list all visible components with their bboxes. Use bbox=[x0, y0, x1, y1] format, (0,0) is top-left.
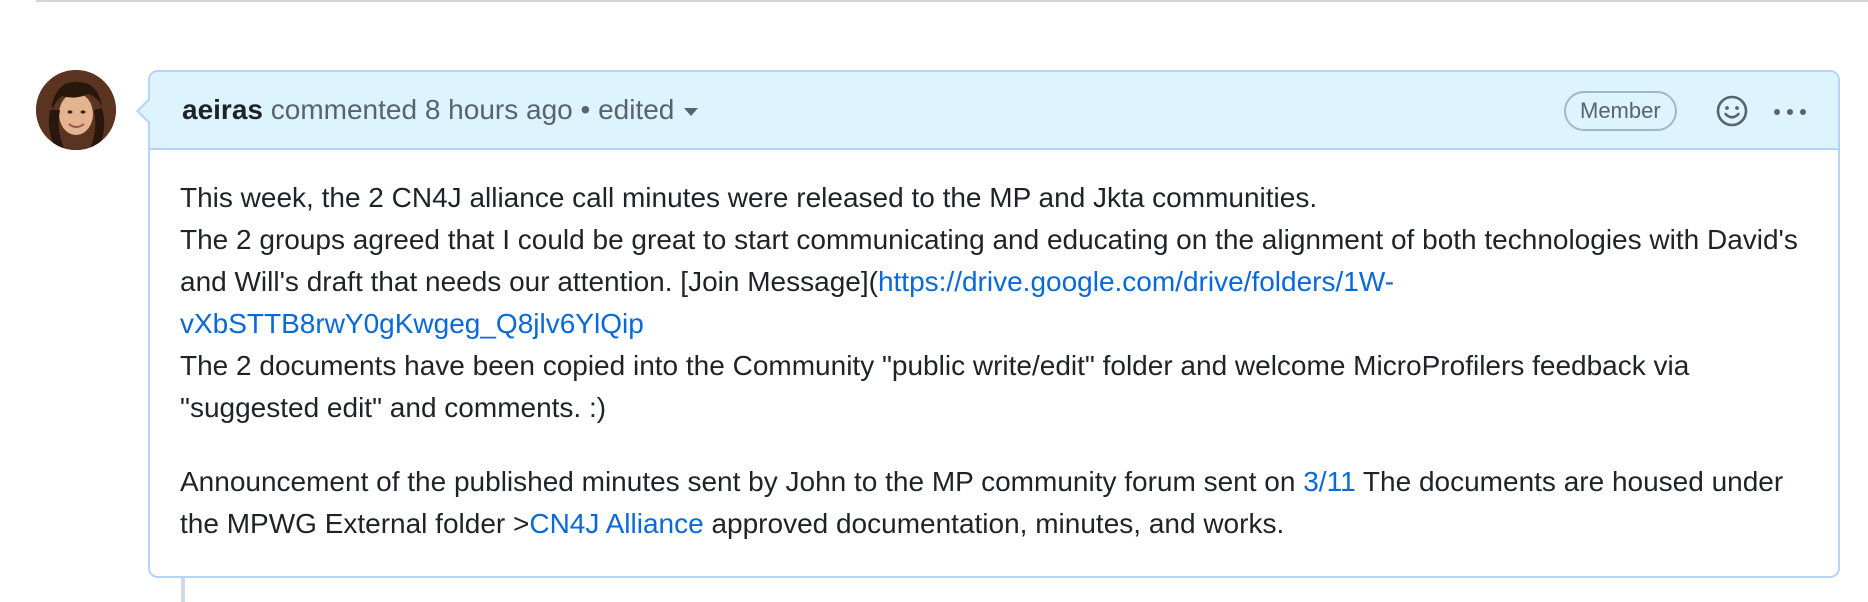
caret-down-icon bbox=[684, 107, 699, 116]
edited-label: edited bbox=[598, 94, 675, 125]
closing-text: approved documentation, minutes, and wor… bbox=[703, 508, 1285, 539]
comment-paragraph-1: This week, the 2 CN4J alliance call minu… bbox=[180, 177, 1820, 429]
meta-separator: • bbox=[580, 94, 591, 125]
smiley-icon[interactable] bbox=[1714, 93, 1750, 129]
cn4j-alliance-link[interactable]: CN4J Alliance bbox=[529, 508, 703, 539]
comment-card: aeiras commented 8 hours ago • edited Me… bbox=[148, 70, 1840, 578]
comment-pointer-fill bbox=[139, 99, 151, 123]
comment-action: commented bbox=[270, 94, 418, 125]
avatar-image bbox=[36, 70, 116, 150]
comment-paragraph-2: Announcement of the published minutes se… bbox=[180, 461, 1820, 545]
comment-header: aeiras commented 8 hours ago • edited Me… bbox=[150, 72, 1838, 150]
timeline-connector bbox=[181, 578, 185, 602]
comment-timestamp[interactable]: 8 hours ago bbox=[425, 94, 573, 125]
comment-meta: aeiras commented 8 hours ago • edited bbox=[182, 92, 699, 128]
avatar[interactable] bbox=[36, 70, 116, 150]
announcement-text: Announcement of the published minutes se… bbox=[180, 466, 1304, 497]
edited-dropdown[interactable]: edited bbox=[598, 94, 699, 125]
comment-body: This week, the 2 CN4J alliance call minu… bbox=[180, 177, 1820, 545]
top-divider bbox=[36, 0, 1868, 2]
paragraph-1-line-3: The 2 documents have been copied into th… bbox=[180, 350, 1690, 423]
paragraph-1-line-1: This week, the 2 CN4J alliance call minu… bbox=[180, 182, 1318, 213]
date-link[interactable]: 3/11 bbox=[1303, 466, 1355, 497]
author-link[interactable]: aeiras bbox=[182, 94, 263, 125]
kebab-horizontal-icon[interactable] bbox=[1770, 100, 1810, 124]
member-badge: Member bbox=[1564, 91, 1677, 131]
